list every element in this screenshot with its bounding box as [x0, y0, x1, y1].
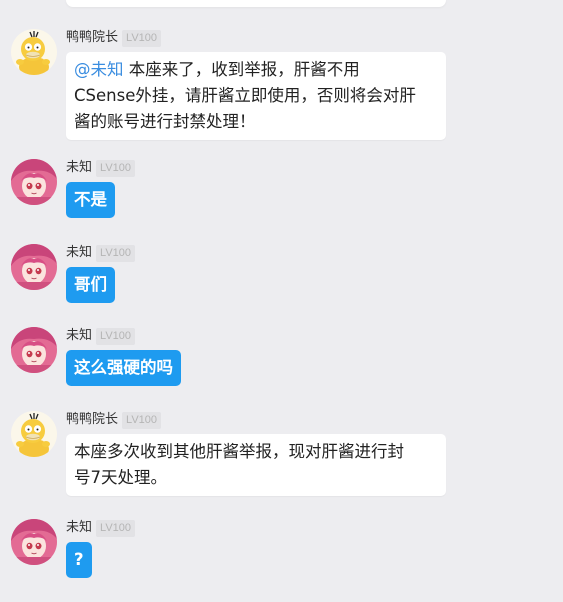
message-bubble[interactable]: ? [66, 542, 92, 578]
level-badge: LV100 [96, 244, 136, 262]
sender-name[interactable]: 鸭鸭院长 [66, 411, 118, 429]
chat-message-list[interactable]: 鸭鸭院长 LV100 @未知 本座来了，收到举报，肝酱不用 CSense外挂，请… [0, 0, 563, 602]
level-badge: LV100 [122, 29, 162, 47]
level-badge: LV100 [122, 411, 162, 429]
message-meta: 鸭鸭院长 LV100 [66, 29, 162, 47]
pink-hair-girl-avatar[interactable] [11, 519, 57, 565]
message-bubble[interactable]: 这么强硬的吗 [66, 350, 181, 386]
sender-name[interactable]: 未知 [66, 159, 92, 177]
pink-hair-girl-avatar[interactable] [11, 159, 57, 205]
previous-message-bubble [66, 0, 446, 7]
message-text-line: 号7天处理。 [74, 468, 167, 487]
sender-name[interactable]: 未知 [66, 519, 92, 537]
message-bubble[interactable]: 本座多次收到其他肝酱举报，现对肝酱进行封 号7天处理。 [66, 434, 446, 496]
message-text-line: CSense外挂，请肝酱立即使用，否则将会对肝 [74, 86, 416, 105]
level-badge: LV100 [96, 519, 136, 537]
message-text-line: 酱的账号进行封禁处理！ [74, 112, 256, 131]
level-badge: LV100 [96, 159, 136, 177]
pink-hair-girl-avatar[interactable] [11, 244, 57, 290]
message-meta: 鸭鸭院长 LV100 [66, 411, 162, 429]
sender-name[interactable]: 鸭鸭院长 [66, 29, 118, 47]
message-text-line: 本座多次收到其他肝酱举报，现对肝酱进行封 [74, 442, 404, 461]
message-bubble[interactable]: 哥们 [66, 267, 115, 303]
message-meta: 未知 LV100 [66, 327, 136, 345]
psyduck-avatar[interactable] [11, 411, 57, 457]
pink-hair-girl-avatar[interactable] [11, 327, 57, 373]
psyduck-avatar[interactable] [11, 29, 57, 75]
mention-link[interactable]: @未知 [74, 60, 124, 79]
sender-name[interactable]: 未知 [66, 244, 92, 262]
message-meta: 未知 LV100 [66, 244, 136, 262]
level-badge: LV100 [96, 327, 136, 345]
sender-name[interactable]: 未知 [66, 327, 92, 345]
message-text-line: 本座来了，收到举报，肝酱不用 [123, 60, 360, 79]
message-bubble[interactable]: @未知 本座来了，收到举报，肝酱不用 CSense外挂，请肝酱立即使用，否则将会… [66, 52, 446, 140]
message-meta: 未知 LV100 [66, 159, 136, 177]
message-meta: 未知 LV100 [66, 519, 136, 537]
message-bubble[interactable]: 不是 [66, 182, 115, 218]
